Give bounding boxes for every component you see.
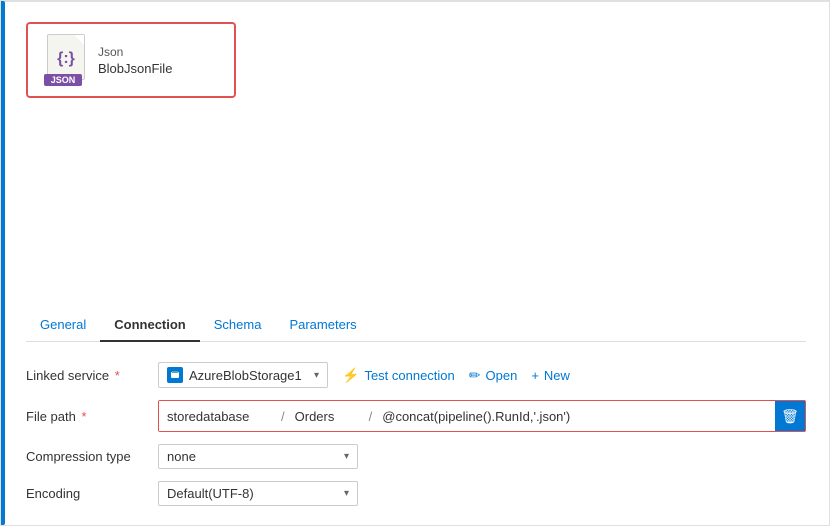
linked-service-required-star: *: [111, 368, 120, 383]
encoding-value: Default(UTF-8): [167, 486, 338, 501]
test-connection-icon: ⚡: [342, 367, 359, 384]
linked-service-label: Linked service *: [26, 368, 146, 383]
test-connection-label: Test connection: [364, 368, 454, 383]
json-icon-wrapper: {:} JSON: [44, 34, 88, 86]
json-badge: JSON: [44, 74, 82, 86]
main-window: {:} JSON Json BlobJsonFile General Conne…: [0, 0, 830, 526]
new-plus-icon: +: [531, 368, 539, 383]
file-path-label-text: File path: [26, 409, 76, 424]
encoding-row: Encoding Default(UTF-8) ▾: [26, 481, 806, 506]
tab-parameters[interactable]: Parameters: [275, 309, 370, 342]
new-link[interactable]: + New: [531, 368, 570, 383]
linked-service-dropdown[interactable]: AzureBlobStorage1 ▾: [158, 362, 328, 388]
linked-service-value: AzureBlobStorage1: [189, 368, 308, 383]
compression-label: Compression type: [26, 449, 146, 464]
file-path-segment3-input[interactable]: [374, 401, 775, 431]
form-section: Linked service * AzureBlobStorage1 ▾ ⚡ T…: [26, 358, 806, 510]
file-path-label: File path *: [26, 409, 146, 424]
delete-icon: 🗑: [781, 408, 799, 425]
dataset-name-label: BlobJsonFile: [98, 61, 172, 76]
compression-value: none: [167, 449, 338, 464]
path-separator-1: /: [279, 401, 287, 431]
linked-service-controls: AzureBlobStorage1 ▾ ⚡ Test connection ✏ …: [158, 362, 806, 388]
encoding-dropdown[interactable]: Default(UTF-8) ▾: [158, 481, 358, 506]
dataset-info: Json BlobJsonFile: [98, 45, 172, 76]
tab-connection[interactable]: Connection: [100, 309, 200, 342]
tab-general[interactable]: General: [26, 309, 100, 342]
encoding-chevron-icon: ▾: [344, 488, 349, 499]
path-separator-2: /: [367, 401, 375, 431]
file-path-delete-button[interactable]: 🗑: [775, 401, 805, 431]
linked-service-label-text: Linked service: [26, 368, 109, 383]
chevron-down-icon: ▾: [314, 370, 319, 381]
compression-dropdown[interactable]: none ▾: [158, 444, 358, 469]
tabs-bar: General Connection Schema Parameters: [26, 309, 806, 342]
file-path-required-star: *: [78, 409, 87, 424]
file-path-segment2-input[interactable]: [287, 401, 367, 431]
dataset-type-label: Json: [98, 45, 172, 59]
new-label: New: [544, 368, 570, 383]
compression-row: Compression type none ▾: [26, 444, 806, 469]
accent-bar: [1, 1, 5, 525]
linked-service-row: Linked service * AzureBlobStorage1 ▾ ⚡ T…: [26, 362, 806, 388]
dataset-card-area: {:} JSON Json BlobJsonFile: [26, 18, 806, 108]
compression-chevron-icon: ▾: [344, 451, 349, 462]
open-label: Open: [486, 368, 518, 383]
content-area: {:} JSON Json BlobJsonFile General Conne…: [1, 1, 830, 526]
file-path-segment1-input[interactable]: [159, 401, 279, 431]
encoding-label: Encoding: [26, 486, 146, 501]
open-link[interactable]: ✏ Open: [469, 367, 518, 384]
storage-icon: [167, 367, 183, 383]
dataset-card: {:} JSON Json BlobJsonFile: [26, 22, 236, 98]
file-path-controls: / / 🗑: [158, 400, 806, 432]
test-connection-link[interactable]: ⚡ Test connection: [342, 367, 455, 384]
tab-schema[interactable]: Schema: [200, 309, 276, 342]
open-icon: ✏: [469, 367, 481, 384]
brace-symbol-icon: {:}: [57, 50, 75, 68]
file-path-row: File path * / / 🗑: [26, 400, 806, 432]
spacer: [26, 108, 806, 309]
